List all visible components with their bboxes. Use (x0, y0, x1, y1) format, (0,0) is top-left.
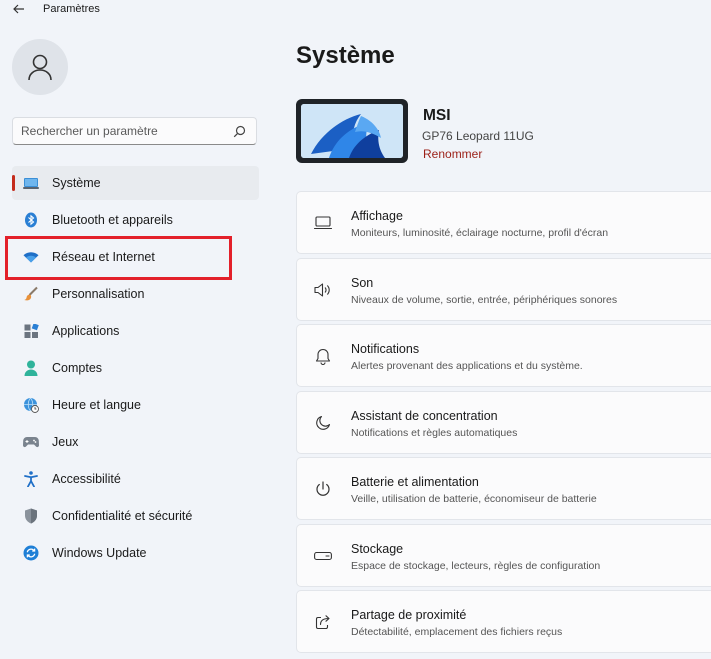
selected-indicator (12, 175, 15, 191)
globe-clock-icon (23, 397, 39, 413)
user-icon (28, 54, 52, 81)
avatar[interactable] (12, 39, 68, 95)
sidebar-item-label: Heure et langue (52, 398, 141, 412)
refresh-icon (23, 545, 39, 561)
sidebar-item-label: Confidentialité et sécurité (52, 509, 193, 523)
card-subtitle: Niveaux de volume, sortie, entrée, périp… (351, 293, 618, 306)
card-subtitle: Espace de stockage, lecteurs, règles de … (351, 559, 601, 572)
person-icon (23, 360, 39, 376)
storage-icon (314, 547, 332, 565)
card-nearby-sharing[interactable]: Partage de proximité Détectabilité, empl… (296, 590, 711, 653)
card-storage[interactable]: Stockage Espace de stockage, lecteurs, r… (296, 523, 711, 587)
card-notifications[interactable]: Notifications Alertes provenant des appl… (296, 324, 711, 387)
bluetooth-icon (23, 212, 39, 228)
highlight-box (5, 236, 232, 280)
sidebar-item-windows-update[interactable]: Windows Update (12, 536, 259, 570)
power-icon (314, 480, 332, 498)
search-icon[interactable] (233, 125, 246, 138)
sidebar-item-label: Bluetooth et appareils (52, 213, 173, 227)
device-thumbnail (296, 99, 408, 163)
card-display[interactable]: Affichage Moniteurs, luminosité, éclaira… (296, 191, 711, 254)
accessibility-icon (23, 471, 39, 487)
sidebar-item-label: Système (52, 176, 101, 190)
card-title: Notifications (351, 342, 420, 356)
card-sound[interactable]: Son Niveaux de volume, sortie, entrée, p… (296, 257, 711, 321)
sidebar-item-label: Jeux (52, 435, 79, 449)
title-bar: Paramètres (0, 0, 711, 20)
sidebar-item-label: Windows Update (52, 546, 147, 560)
back-button[interactable] (10, 1, 28, 17)
search-box[interactable] (12, 117, 257, 145)
shield-icon (23, 508, 39, 524)
card-subtitle: Détectabilité, emplacement des fichiers … (351, 626, 563, 638)
app-title: Paramètres (43, 3, 100, 15)
moon-icon (314, 414, 332, 432)
card-battery-power[interactable]: Batterie et alimentation Veille, utilisa… (296, 457, 711, 520)
card-subtitle: Alertes provenant des applications et du… (351, 360, 583, 372)
device-model: GP76 Leopard 11UG (422, 129, 534, 143)
gamepad-icon (23, 434, 39, 450)
sidebar-item-privacy[interactable]: Confidentialité et sécurité (12, 499, 259, 533)
card-title: Partage de proximité (351, 608, 467, 622)
share-icon (314, 613, 332, 631)
page-title: Système (296, 42, 395, 69)
sidebar-item-label: Accessibilité (52, 472, 121, 486)
sidebar-item-label: Applications (52, 324, 120, 338)
brush-icon (23, 286, 39, 302)
sidebar-item-accessibility[interactable]: Accessibilité (12, 462, 259, 496)
sidebar-item-label: Personnalisation (52, 287, 145, 301)
sidebar-item-bluetooth[interactable]: Bluetooth et appareils (12, 203, 259, 237)
rename-link[interactable]: Renommer (423, 147, 482, 161)
device-name: MSI (423, 107, 451, 124)
apps-icon (23, 323, 39, 339)
laptop-icon (23, 175, 39, 191)
card-subtitle: Veille, utilisation de batterie, économi… (351, 493, 597, 505)
back-arrow-icon (13, 4, 24, 14)
sidebar-item-system[interactable]: Système (12, 166, 259, 200)
monitor-icon (314, 214, 332, 232)
sidebar-item-accounts[interactable]: Comptes (12, 351, 259, 385)
card-title: Son (351, 275, 374, 290)
card-focus-assist[interactable]: Assistant de concentration Notifications… (296, 390, 711, 454)
sidebar-item-gaming[interactable]: Jeux (12, 425, 259, 459)
settings-cards: Affichage Moniteurs, luminosité, éclaira… (296, 191, 711, 657)
sidebar-item-apps[interactable]: Applications (12, 314, 259, 348)
card-title: Batterie et alimentation (351, 475, 479, 489)
wallpaper-image (301, 104, 403, 158)
card-title: Affichage (351, 209, 403, 223)
sidebar-nav: Système Bluetooth et appareils Réseau et… (12, 166, 259, 573)
sidebar-item-time-language[interactable]: Heure et langue (12, 388, 259, 422)
bell-icon (314, 347, 332, 365)
sidebar-item-personalization[interactable]: Personnalisation (12, 277, 259, 311)
card-subtitle: Notifications et règles automatiques (351, 426, 518, 439)
card-title: Stockage (351, 541, 404, 556)
card-title: Assistant de concentration (351, 408, 498, 423)
card-subtitle: Moniteurs, luminosité, éclairage nocturn… (351, 227, 609, 239)
speaker-icon (314, 281, 332, 299)
sidebar-item-label: Comptes (52, 361, 103, 375)
search-input[interactable] (21, 123, 226, 139)
